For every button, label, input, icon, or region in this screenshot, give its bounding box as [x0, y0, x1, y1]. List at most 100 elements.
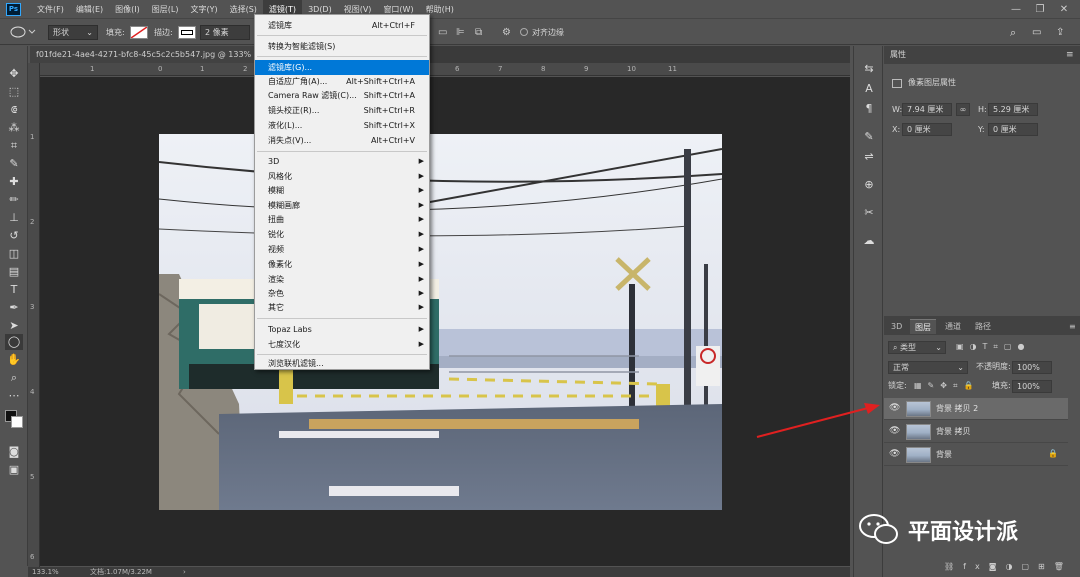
brush-tool-icon[interactable]: ✏ — [5, 192, 23, 208]
brush-panel-icon[interactable]: ✎ — [862, 130, 876, 144]
ellipse-tool-preset-icon[interactable] — [8, 24, 38, 39]
lock-icons[interactable]: ▦✎✥⌗🔒 — [914, 381, 979, 391]
layer-name[interactable]: 背景 — [936, 444, 952, 466]
menu-file[interactable]: 文件(F) — [31, 0, 70, 19]
menu-item-pixelate[interactable]: 像素化 ▶ — [255, 257, 429, 272]
eye-icon[interactable]: 👁 — [889, 426, 900, 436]
tab-channels[interactable]: 通道 — [940, 319, 966, 334]
layer-name[interactable]: 背景 拷贝 — [936, 421, 971, 443]
path-alignment-icon[interactable]: ⊫ — [456, 25, 465, 40]
menu-item-lens-correction[interactable]: 镜头校正(R)... Shift+Ctrl+R — [255, 103, 429, 118]
panel-menu-icon[interactable]: ≡ — [1064, 319, 1080, 334]
gradient-tool-icon[interactable]: ▤ — [5, 264, 23, 280]
menu-layer[interactable]: 图层(L) — [146, 0, 185, 19]
photoshop-logo-icon[interactable]: Ps — [6, 2, 21, 16]
link-icon[interactable]: ∞ — [956, 103, 970, 116]
menu-item-sharpen[interactable]: 锐化 ▶ — [255, 227, 429, 242]
crop-tool-icon[interactable]: ⌗ — [5, 138, 23, 154]
path-arrangement-icon[interactable]: ⧉ — [475, 25, 482, 40]
fill-swatch[interactable] — [130, 26, 148, 39]
share-icon[interactable]: ⇪ — [1056, 25, 1064, 40]
libraries-icon[interactable]: ☁ — [862, 234, 876, 248]
stroke-swatch[interactable] — [178, 26, 196, 39]
marquee-tool-icon[interactable]: ⬚ — [5, 84, 23, 100]
menu-image[interactable]: 图像(I) — [109, 0, 146, 19]
canvas-photo[interactable] — [159, 134, 722, 510]
quick-mask-icon[interactable]: ◙ — [5, 444, 23, 460]
lasso-tool-icon[interactable]: ⟃ — [5, 102, 23, 118]
clone-stamp-tool-icon[interactable]: ⊥ — [5, 210, 23, 226]
blend-mode-select[interactable]: 正常 ⌄ — [888, 361, 968, 374]
y-field[interactable]: 0 厘米 — [988, 123, 1038, 136]
panel-menu-icon[interactable]: ≡ — [1066, 47, 1074, 63]
width-field[interactable]: 7.94 厘米 — [902, 103, 952, 116]
path-operations-icon[interactable]: ▭ — [438, 25, 447, 40]
menu-item-vanishing-point[interactable]: 消失点(V)... Alt+Ctrl+V — [255, 133, 429, 148]
layer-actions-bar[interactable]: ⛓fx◙◑▢⊞🗑 — [944, 562, 1080, 577]
align-edges-checkbox[interactable] — [520, 28, 528, 36]
ellipse-tool-icon[interactable]: ◯ — [5, 334, 23, 350]
history-brush-tool-icon[interactable]: ↺ — [5, 228, 23, 244]
layer-comps-icon[interactable]: ⊕ — [862, 178, 876, 192]
eye-icon[interactable]: 👁 — [889, 403, 900, 413]
menu-item-qidu-hanhua[interactable]: 七度汉化 ▶ — [255, 337, 429, 352]
menu-type[interactable]: 文字(Y) — [184, 0, 223, 19]
height-field[interactable]: 5.29 厘米 — [988, 103, 1038, 116]
pen-tool-icon[interactable]: ✒ — [5, 300, 23, 316]
opacity-field[interactable]: 100% — [1012, 361, 1052, 374]
move-tool-icon[interactable]: ✥ — [5, 66, 23, 82]
minimize-icon[interactable]: — — [1004, 0, 1028, 19]
menu-item-camera-raw[interactable]: Camera Raw 滤镜(C)... Shift+Ctrl+A — [255, 88, 429, 103]
menu-item-topaz-labs[interactable]: Topaz Labs ▶ — [255, 322, 429, 337]
menu-edit[interactable]: 编辑(E) — [70, 0, 109, 19]
menu-item-convert-smart-filters[interactable]: 转换为智能滤镜(S) — [255, 39, 429, 54]
menu-item-blur[interactable]: 模糊 ▶ — [255, 183, 429, 198]
menu-item-stylize[interactable]: 风格化 ▶ — [255, 169, 429, 184]
menu-item-adaptive-wide-angle[interactable]: 自适应广角(A)... Alt+Shift+Ctrl+A — [255, 74, 429, 89]
fill-field[interactable]: 100% — [1012, 380, 1052, 393]
menu-item-blur-gallery[interactable]: 模糊画廊 ▶ — [255, 198, 429, 213]
zoom-level[interactable]: 133.1% — [32, 567, 59, 577]
quick-select-tool-icon[interactable]: ⁂ — [5, 120, 23, 136]
layer-row[interactable]: 👁 背景 拷贝 2 — [884, 398, 1068, 420]
search-icon[interactable]: ⌕ — [1010, 25, 1016, 40]
tab-paths[interactable]: 路径 — [970, 319, 996, 334]
background-color-swatch[interactable] — [11, 416, 23, 428]
more-tools-icon[interactable]: ⋯ — [5, 388, 23, 404]
eraser-tool-icon[interactable]: ◫ — [5, 246, 23, 262]
character-panel-icon[interactable]: A — [862, 82, 876, 96]
tab-layers[interactable]: 图层 — [910, 319, 936, 334]
menu-item-3d[interactable]: 3D ▶ — [255, 154, 429, 169]
eye-icon[interactable]: 👁 — [889, 449, 900, 459]
x-field[interactable]: 0 厘米 — [902, 123, 952, 136]
document-tab[interactable]: f01fde21-4ae4-4271-bfc8-45c5c2c5b547.jpg… — [30, 46, 270, 63]
workspace-icon[interactable]: ▭ — [1032, 25, 1041, 40]
eyedropper-tool-icon[interactable]: ✎ — [5, 156, 23, 172]
status-menu-arrow-icon[interactable]: › — [183, 567, 186, 577]
layer-filter-icons[interactable]: ▣◑T⌗▢● — [956, 342, 1030, 352]
menu-item-liquify[interactable]: 液化(L)... Shift+Ctrl+X — [255, 118, 429, 133]
path-selection-tool-icon[interactable]: ➤ — [5, 318, 23, 334]
adjustments-panel-icon[interactable]: ⇌ — [862, 150, 876, 164]
tool-presets-icon[interactable]: ✂ — [862, 206, 876, 220]
gear-icon[interactable]: ⚙ — [502, 25, 511, 40]
menu-item-video[interactable]: 视频 ▶ — [255, 242, 429, 257]
layer-row[interactable]: 👁 背景 拷贝 — [884, 421, 1068, 443]
tab-3d[interactable]: 3D — [886, 319, 907, 334]
layer-filter-select[interactable]: ⌕ 类型 ⌄ — [888, 341, 946, 354]
history-panel-icon[interactable]: ⇆ — [862, 62, 876, 76]
menu-item-render[interactable]: 渲染 ▶ — [255, 272, 429, 287]
screen-mode-icon[interactable]: ▣ — [5, 462, 23, 478]
menu-item-filter-gallery[interactable]: 滤镜库(G)... — [255, 60, 429, 75]
menu-item-filter-gallery-last[interactable]: 滤镜库 Alt+Ctrl+F — [255, 18, 429, 33]
zoom-tool-icon[interactable]: ⌕ — [5, 370, 23, 386]
close-icon[interactable]: ✕ — [1052, 0, 1076, 19]
menu-item-other[interactable]: 其它 ▶ — [255, 300, 429, 315]
layer-name[interactable]: 背景 拷贝 2 — [936, 398, 978, 420]
menu-item-browse-online-filters[interactable]: 浏览联机滤镜... — [255, 356, 429, 371]
stroke-width-field[interactable]: 2 像素 — [200, 25, 250, 40]
hand-tool-icon[interactable]: ✋ — [5, 352, 23, 368]
layer-row[interactable]: 👁 背景 🔒 — [884, 444, 1068, 466]
shape-mode-select[interactable]: 形状 ⌄ — [48, 25, 98, 40]
text-tool-icon[interactable]: T — [5, 282, 23, 298]
